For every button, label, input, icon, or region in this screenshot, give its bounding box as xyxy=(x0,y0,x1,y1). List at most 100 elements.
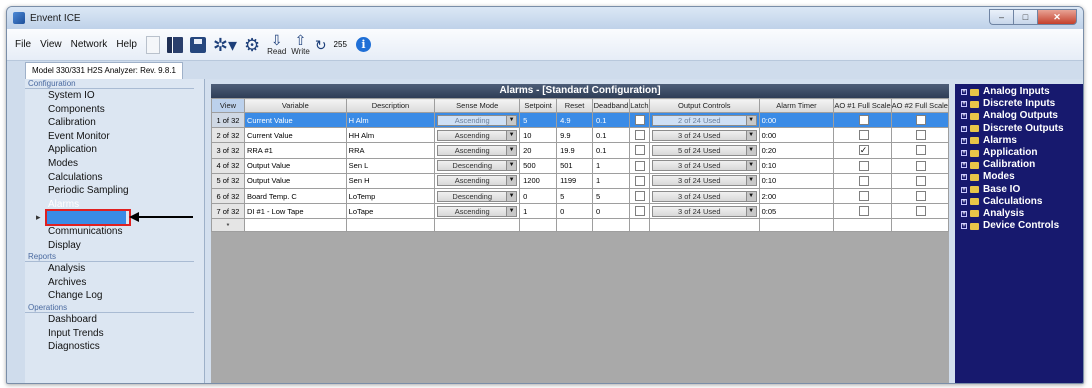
empty-cell[interactable] xyxy=(758,218,835,233)
setpoint-cell[interactable]: 5 xyxy=(519,111,558,129)
ao2-full-scale-checkbox[interactable] xyxy=(915,206,926,217)
setpoint-cell[interactable]: 20 xyxy=(519,142,558,159)
ao1-full-scale-checkbox[interactable] xyxy=(858,175,869,186)
chevron-down-icon[interactable]: ▼ xyxy=(506,115,517,125)
nav-item-modes[interactable]: Modes xyxy=(25,157,204,171)
nav-item-alarms[interactable]: Alarms xyxy=(25,198,204,212)
row-view-cell[interactable]: 2 of 32 xyxy=(211,127,245,144)
reset-cell[interactable]: 5 xyxy=(556,187,593,205)
ao1-full-scale-checkbox[interactable] xyxy=(858,191,869,202)
menu-view[interactable]: View xyxy=(40,39,62,50)
variable-cell[interactable]: RRA #1 xyxy=(243,142,347,159)
chevron-down-icon[interactable]: ▼ xyxy=(745,161,756,171)
tree-node[interactable]: + Calibration xyxy=(955,159,1083,171)
empty-cell[interactable] xyxy=(434,218,521,233)
expand-icon[interactable]: + xyxy=(961,210,967,217)
sense-mode-select[interactable]: Ascending ▼ xyxy=(437,205,518,217)
table-row[interactable]: 6 of 32 Board Temp. C LoTemp Descending ▼ 0 5 5… xyxy=(211,187,950,205)
description-cell[interactable]: HH Alm xyxy=(345,127,436,144)
empty-cell[interactable] xyxy=(628,218,650,233)
tree-node[interactable]: + Discrete Outputs xyxy=(955,123,1083,135)
column-header[interactable]: AO #1 Full Scale xyxy=(833,98,892,113)
empty-cell[interactable] xyxy=(556,218,593,233)
output-controls-select[interactable]: 3 of 24 Used ▼ xyxy=(651,129,757,141)
column-header[interactable]: Variable xyxy=(243,98,347,113)
row-view-cell[interactable]: 1 of 32 xyxy=(211,111,245,129)
sense-mode-select[interactable]: Ascending ▼ xyxy=(437,144,518,156)
setpoint-cell[interactable]: 1200 xyxy=(519,172,558,189)
ao2-full-scale-checkbox[interactable] xyxy=(915,191,926,202)
deadband-cell[interactable]: 0.1 xyxy=(591,127,630,144)
expand-icon[interactable]: + xyxy=(961,137,967,144)
variable-cell[interactable]: Output Value xyxy=(243,172,347,189)
description-cell[interactable]: RRA xyxy=(345,142,436,159)
tree-node[interactable]: + Base IO xyxy=(955,184,1083,196)
nav-item-communications[interactable]: Communications xyxy=(25,225,204,239)
chevron-down-icon[interactable]: ▼ xyxy=(745,176,756,186)
row-view-cell[interactable]: 5 of 32 xyxy=(211,172,245,189)
nav-item-calculations[interactable]: Calculations xyxy=(25,171,204,185)
menu-help[interactable]: Help xyxy=(116,39,137,50)
new-row-marker[interactable]: * xyxy=(211,218,245,233)
tree-node[interactable]: + Device Controls xyxy=(955,220,1083,232)
description-cell[interactable]: Sen L xyxy=(345,157,436,174)
expand-icon[interactable]: + xyxy=(961,150,967,157)
latch-checkbox[interactable] xyxy=(635,130,646,141)
output-controls-select[interactable]: 3 of 24 Used ▼ xyxy=(651,205,757,217)
nav-item-diagnostics[interactable]: Diagnostics xyxy=(25,340,204,354)
column-header[interactable]: Alarm Timer xyxy=(758,98,835,113)
setpoint-cell[interactable]: 1 xyxy=(519,203,558,220)
chevron-down-icon[interactable]: ▼ xyxy=(506,145,517,155)
expand-icon[interactable]: + xyxy=(961,125,967,132)
deadband-cell[interactable]: 1 xyxy=(591,157,630,174)
new-document-icon[interactable] xyxy=(145,35,160,54)
save-icon[interactable] xyxy=(189,36,206,53)
new-row[interactable]: * xyxy=(211,218,950,233)
variable-cell[interactable]: Current Value xyxy=(243,127,347,144)
description-cell[interactable]: LoTape xyxy=(345,203,436,220)
alarm-timer-cell[interactable]: 0:10 xyxy=(758,172,835,189)
latch-checkbox[interactable] xyxy=(635,115,646,126)
deadband-cell[interactable]: 0 xyxy=(591,203,630,220)
output-controls-select[interactable]: 2 of 24 Used ▼ xyxy=(651,114,757,126)
sense-mode-select[interactable]: Ascending ▼ xyxy=(437,114,518,126)
reset-cell[interactable]: 1199 xyxy=(556,172,593,189)
column-header[interactable]: Setpoint xyxy=(519,98,558,113)
tree-node[interactable]: + Discrete Inputs xyxy=(955,98,1083,110)
document-tab[interactable]: Model 330/331 H2S Analyzer: Rev. 9.8.1 xyxy=(25,62,183,79)
output-controls-select[interactable]: 3 of 24 Used ▼ xyxy=(651,175,757,187)
ao2-full-scale-checkbox[interactable] xyxy=(915,145,926,156)
empty-cell[interactable] xyxy=(890,218,950,233)
output-controls-select[interactable]: 3 of 24 Used ▼ xyxy=(651,190,757,202)
column-header[interactable]: Reset xyxy=(556,98,593,113)
empty-cell[interactable] xyxy=(648,218,760,233)
expand-icon[interactable]: + xyxy=(961,89,967,96)
expand-icon[interactable]: + xyxy=(961,113,967,120)
sense-mode-select[interactable]: Ascending ▼ xyxy=(437,129,518,141)
alarm-timer-cell[interactable]: 0:00 xyxy=(758,111,835,129)
chevron-down-icon[interactable]: ▼ xyxy=(745,145,756,155)
reset-cell[interactable]: 19.9 xyxy=(556,142,593,159)
alarm-timer-cell[interactable]: 0:05 xyxy=(758,203,835,220)
nav-item-input-trends[interactable]: Input Trends xyxy=(25,327,204,341)
row-view-cell[interactable]: 7 of 32 xyxy=(211,203,245,220)
reset-cell[interactable]: 0 xyxy=(556,203,593,220)
info-icon[interactable]: i xyxy=(355,37,371,52)
column-header[interactable]: Deadband xyxy=(591,98,630,113)
setpoint-cell[interactable]: 0 xyxy=(519,187,558,205)
column-header[interactable]: Output Controls xyxy=(648,98,760,113)
nav-item-dashboard[interactable]: Dashboard xyxy=(25,313,204,327)
variable-cell[interactable]: DI #1 - Low Tape xyxy=(243,203,347,220)
chevron-down-icon[interactable]: ▼ xyxy=(506,191,517,201)
expand-icon[interactable]: + xyxy=(961,198,967,205)
ao1-full-scale-checkbox[interactable] xyxy=(858,130,869,141)
ao1-full-scale-checkbox[interactable] xyxy=(858,160,869,171)
tree-node[interactable]: + Application xyxy=(955,147,1083,159)
chevron-down-icon[interactable]: ▼ xyxy=(745,206,756,216)
chevron-down-icon[interactable]: ▼ xyxy=(506,176,517,186)
expand-icon[interactable]: + xyxy=(961,101,967,108)
nav-item-event-monitor[interactable]: Event Monitor xyxy=(25,130,204,144)
deadband-cell[interactable]: 0.1 xyxy=(591,142,630,159)
nav-item-periodic-sampling[interactable]: Periodic Sampling xyxy=(25,184,204,198)
close-button[interactable]: ✕ xyxy=(1037,9,1077,25)
